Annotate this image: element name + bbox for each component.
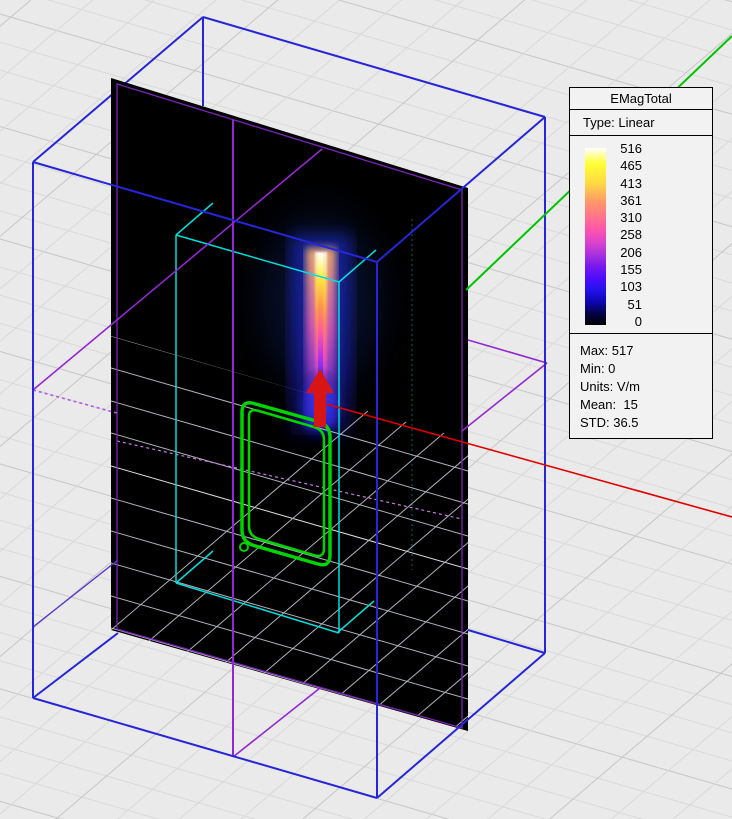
colorbar-gradient [585, 148, 606, 325]
stat-units: Units: V/m [580, 378, 712, 396]
colorbar-tick: 465 [610, 158, 642, 173]
colorbar-tick: 103 [610, 279, 642, 294]
colorbar-tick: 516 [610, 141, 642, 156]
colorbar-tick: 413 [610, 176, 642, 191]
colorbar-tick: 258 [610, 227, 642, 242]
stat-min: Min: 0 [580, 360, 712, 378]
colorbar-tick: 310 [610, 210, 642, 225]
legend-title: EMagTotal [570, 88, 712, 110]
colorbar-tick: 206 [610, 245, 642, 260]
colorbar-tick: 155 [610, 262, 642, 277]
stat-std: STD: 36.5 [580, 414, 712, 432]
colorbar-tick-labels: 516 465 413 361 310 258 206 155 103 51 0 [610, 141, 642, 329]
simulation-viewport[interactable]: EMagTotal Type: Linear 516 465 413 361 3… [0, 0, 732, 819]
stat-mean: Mean: 15 [580, 396, 712, 414]
stat-max: Max: 517 [580, 342, 712, 360]
legend-scale-type: Type: Linear [570, 110, 712, 136]
colorbar-tick: 51 [610, 297, 642, 312]
legend-colorbar-section: 516 465 413 361 310 258 206 155 103 51 0 [570, 136, 712, 334]
colorbar-tick: 361 [610, 193, 642, 208]
field-legend-panel[interactable]: EMagTotal Type: Linear 516 465 413 361 3… [569, 87, 713, 439]
colorbar-tick: 0 [610, 314, 642, 329]
legend-statistics: Max: 517 Min: 0 Units: V/m Mean: 15 STD:… [570, 334, 712, 438]
